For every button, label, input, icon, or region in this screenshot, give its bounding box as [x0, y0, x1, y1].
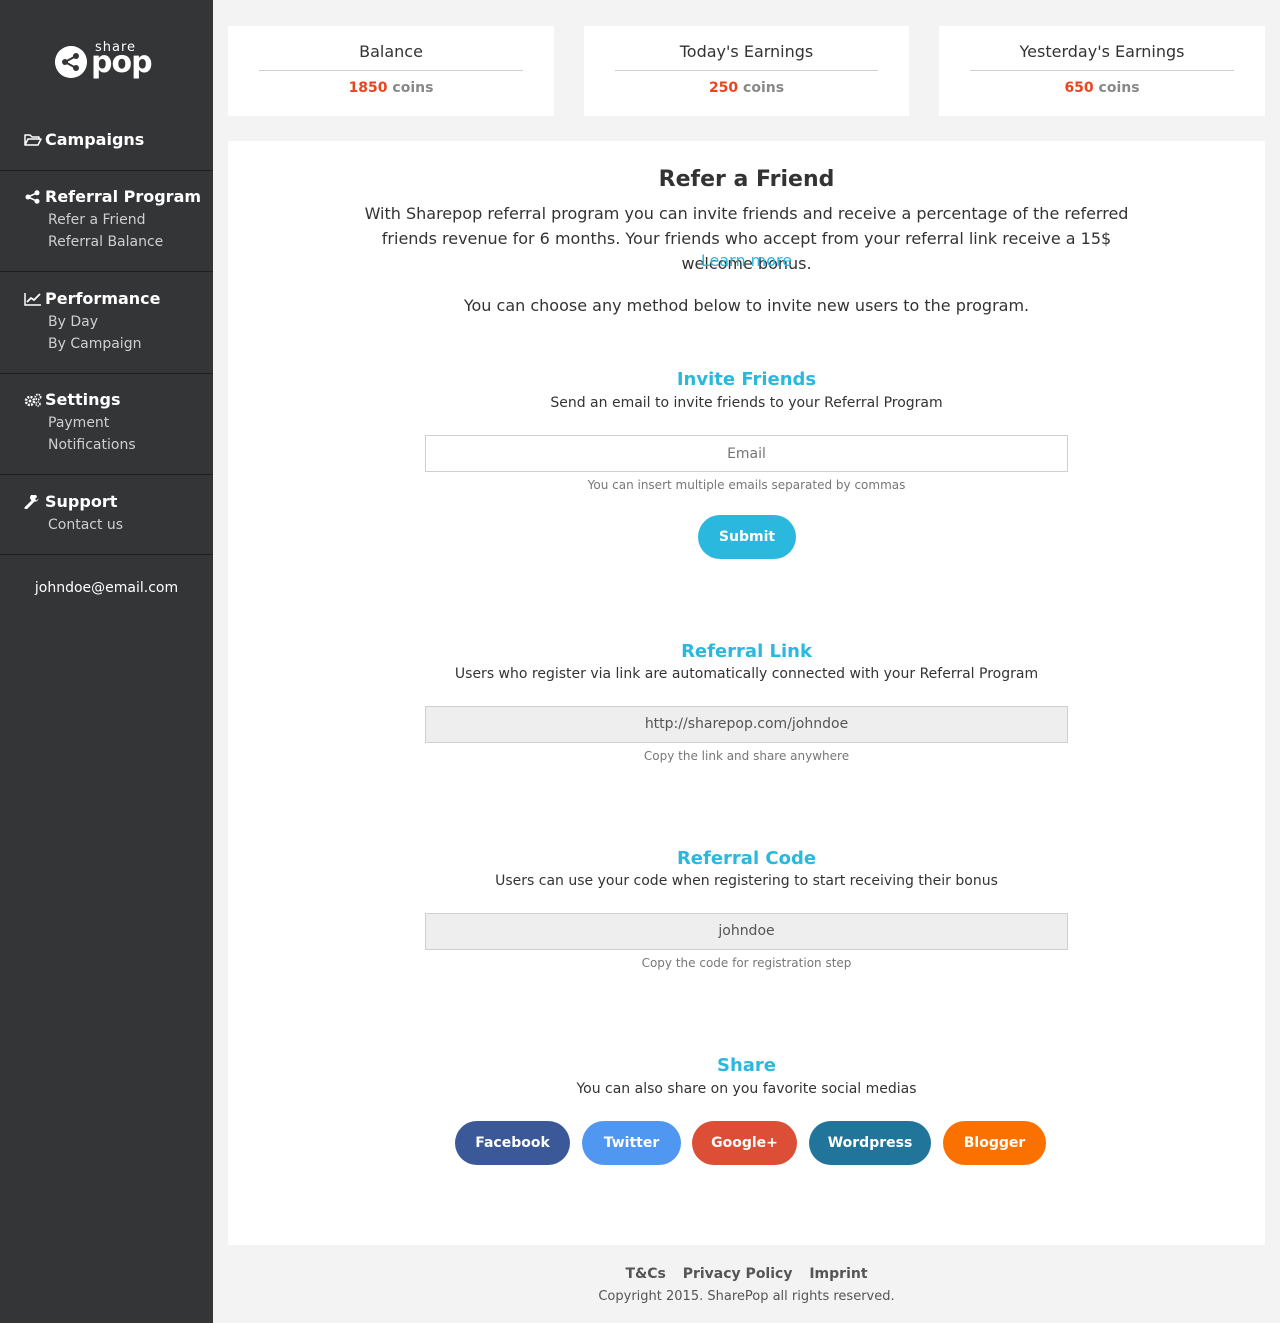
copyright-text: Copyright 2015. SharePop all rights rese… [598, 1289, 895, 1304]
invite-friends-description: Send an email to invite friends to your … [550, 395, 943, 411]
nav-contact-us[interactable]: Contact us [48, 517, 123, 533]
nav-referral-program[interactable]: Referral Program [24, 187, 201, 206]
nav-section-settings: Settings Payment Notifications [0, 374, 213, 475]
nav-section-support: Support Contact us [0, 475, 213, 555]
referral-link-description: Users who register via link are automati… [454, 666, 1039, 682]
nav-support-label: Support [45, 492, 118, 511]
stat-label: Today's Earnings [679, 42, 814, 61]
twitter-share-button[interactable]: Twitter [582, 1121, 681, 1165]
sidebar: share pop Campaigns Referral Program Ref… [0, 0, 213, 1323]
google-plus-share-button[interactable]: Google+ [692, 1121, 797, 1165]
stat-unit: coins [1098, 80, 1140, 96]
divider [259, 70, 523, 71]
nav-notifications[interactable]: Notifications [48, 437, 136, 453]
gears-icon [24, 393, 42, 407]
nav-by-campaign[interactable]: By Campaign [48, 336, 141, 352]
nav-section-campaigns: Campaigns [0, 120, 213, 171]
referral-code-field[interactable]: johndoe [425, 913, 1068, 950]
wordpress-share-button[interactable]: Wordpress [809, 1121, 931, 1165]
stat-card-balance: Balance 1850 coins [228, 26, 554, 116]
nav-referral-program-label: Referral Program [45, 187, 202, 206]
share-logo-icon [55, 46, 87, 78]
share-title: Share [716, 1055, 776, 1076]
nav-by-day[interactable]: By Day [48, 314, 98, 330]
referral-code-description: Users can use your code when registering… [495, 873, 998, 889]
learn-more-link-text[interactable]: Learn more [701, 251, 792, 270]
nav-refer-a-friend[interactable]: Refer a Friend [48, 212, 146, 228]
nav-section-performance: Performance By Day By Campaign [0, 272, 213, 374]
wrench-icon [24, 494, 39, 509]
stat-number: 250 [708, 80, 739, 96]
nav-support[interactable]: Support [24, 492, 117, 511]
footer-link-privacy-policy[interactable]: Privacy Policy [683, 1266, 793, 1282]
share-icon [25, 189, 40, 204]
nav-referral-balance[interactable]: Referral Balance [48, 234, 163, 250]
nav-payment[interactable]: Payment [48, 415, 109, 431]
nav-section-referral: Referral Program Refer a Friend Referral… [0, 171, 213, 272]
stat-value: 250 coins [584, 80, 909, 96]
invite-friends-title: Invite Friends [676, 369, 817, 390]
stat-number: 1850 [348, 80, 388, 96]
learn-more-link: Learn more [228, 251, 1265, 270]
stat-unit: coins [743, 80, 785, 96]
email-input[interactable] [425, 435, 1068, 472]
stat-number: 650 [1064, 80, 1094, 96]
stat-unit: coins [392, 80, 434, 96]
submit-button[interactable]: Submit [698, 515, 796, 559]
footer-links: T&Cs Privacy Policy Imprint [228, 1266, 1265, 1282]
folder-icon [24, 133, 42, 146]
stat-value: 1850 coins [228, 80, 554, 96]
nav-performance[interactable]: Performance [24, 289, 161, 308]
referral-code-title: Referral Code [676, 848, 817, 869]
footer-link-imprint[interactable]: Imprint [809, 1266, 867, 1282]
referral-code-hint: Copy the code for registration step [641, 956, 852, 970]
email-hint: You can insert multiple emails separated… [587, 478, 906, 492]
nav-campaigns[interactable]: Campaigns [24, 130, 144, 149]
referral-link-title: Referral Link [681, 641, 812, 662]
stat-label: Yesterday's Earnings [1019, 42, 1185, 61]
nav-campaigns-label: Campaigns [45, 130, 145, 149]
referral-link-field[interactable]: http://sharepop.com/johndoe [425, 706, 1068, 743]
divider [970, 70, 1234, 71]
stat-card-yesterday-earnings: Yesterday's Earnings 650 coins [939, 26, 1265, 116]
stat-value: 650 coins [939, 80, 1265, 96]
choose-method-text: You can choose any method below to invit… [463, 296, 1030, 315]
page-title: Refer a Friend [658, 167, 835, 192]
sharepop-logo[interactable]: share pop [55, 40, 165, 84]
share-description: You can also share on you favorite socia… [576, 1081, 917, 1097]
nav-performance-label: Performance [45, 289, 161, 308]
logo-pop-text: pop [91, 45, 153, 80]
referral-link-hint: Copy the link and share anywhere [643, 749, 850, 763]
nav-settings[interactable]: Settings [24, 390, 121, 409]
nav-settings-label: Settings [45, 390, 121, 409]
stat-card-today-earnings: Today's Earnings 250 coins [584, 26, 909, 116]
facebook-share-button[interactable]: Facebook [455, 1121, 570, 1165]
stat-label: Balance [359, 42, 423, 61]
refer-a-friend-panel: Refer a Friend With Sharepop referral pr… [228, 141, 1265, 1245]
footer-link-terms[interactable]: T&Cs [625, 1266, 665, 1282]
user-email[interactable]: johndoe@email.com [0, 580, 213, 596]
line-chart-icon [24, 292, 41, 306]
divider [615, 70, 878, 71]
blogger-share-button[interactable]: Blogger [943, 1121, 1046, 1165]
